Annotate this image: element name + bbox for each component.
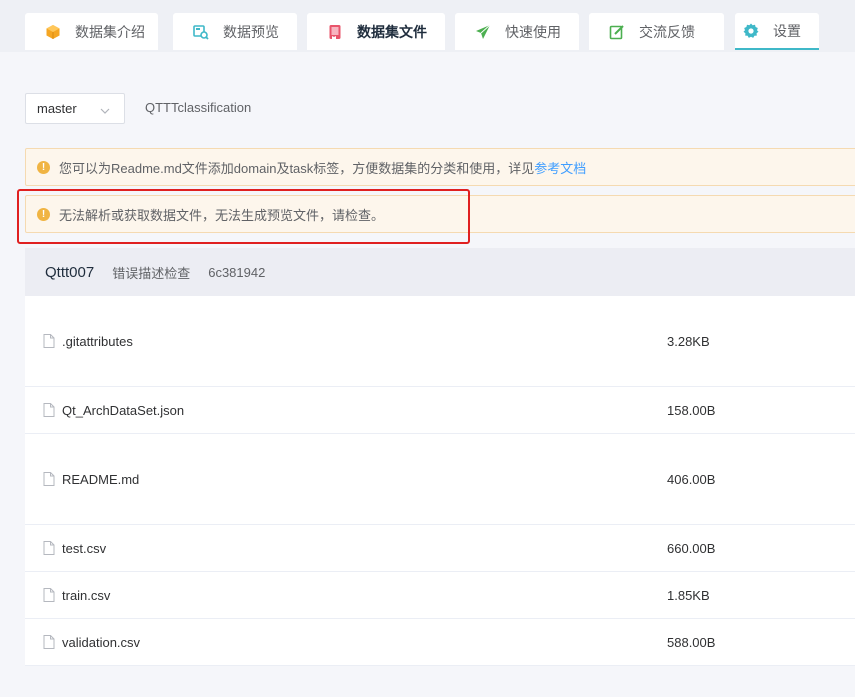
tab-label: 交流反馈 [639, 23, 695, 40]
docs-link[interactable]: 参考文档 [534, 158, 586, 177]
file-row[interactable]: train.csv 1.85KB [25, 572, 855, 619]
tab-dataset-files[interactable]: 数据集文件 [307, 13, 445, 50]
branch-value: master [37, 101, 77, 116]
send-icon [475, 24, 491, 40]
file-name[interactable]: validation.csv [62, 635, 140, 650]
file-size: 588.00B [667, 634, 716, 650]
file-size: 406.00B [667, 471, 716, 487]
file-size: 3.28KB [667, 333, 710, 349]
tab-feedback[interactable]: 交流反馈 [589, 13, 724, 50]
file-icon [43, 541, 55, 555]
commit-message: 错误描述检查 [112, 265, 191, 281]
file-name[interactable]: train.csv [62, 588, 110, 603]
book-icon [327, 24, 343, 40]
file-name[interactable]: README.md [62, 472, 139, 487]
preview-icon [193, 24, 209, 40]
file-row[interactable]: validation.csv 588.00B [25, 619, 855, 666]
file-list: .gitattributes 3.28KB Qt_ArchDataSet.jso… [25, 296, 855, 666]
file-row[interactable]: test.csv 660.00B [25, 525, 855, 572]
file-size: 158.00B [667, 402, 716, 418]
file-icon [43, 403, 55, 417]
file-icon [43, 635, 55, 649]
tab-settings[interactable]: 设置 [735, 13, 819, 50]
chevron-down-icon [100, 104, 110, 119]
commit-bar: Qttt007 错误描述检查 6c381942 [25, 248, 855, 296]
info-alert-text: 您可以为Readme.md文件添加domain及task标签，方便数据集的分类和… [59, 160, 535, 176]
file-size: 1.85KB [667, 587, 710, 603]
tab-label: 数据集文件 [357, 23, 427, 40]
file-icon [43, 472, 55, 486]
info-alert: ! 您可以为Readme.md文件添加domain及task标签，方便数据集的分… [25, 148, 855, 186]
file-row[interactable]: README.md 406.00B [25, 434, 855, 525]
file-name[interactable]: test.csv [62, 541, 106, 556]
branch-select[interactable]: master [25, 93, 125, 124]
file-name[interactable]: Qt_ArchDataSet.json [62, 403, 184, 418]
tab-label: 快速使用 [505, 23, 561, 40]
tab-label: 数据预览 [223, 23, 279, 40]
highlight-box [17, 189, 470, 244]
file-name[interactable]: .gitattributes [62, 334, 133, 349]
tab-label: 数据集介绍 [75, 23, 145, 40]
tab-data-preview[interactable]: 数据预览 [173, 13, 297, 50]
file-icon [43, 588, 55, 602]
file-size: 660.00B [667, 540, 716, 556]
file-row[interactable]: .gitattributes 3.28KB [25, 296, 855, 387]
commit-hash[interactable]: 6c381942 [208, 265, 265, 280]
warning-icon: ! [37, 160, 50, 174]
repo-name: QTTTclassification [145, 100, 252, 115]
tab-dataset-intro[interactable]: 数据集介绍 [25, 13, 158, 50]
cube-icon [45, 24, 61, 40]
tab-quick-use[interactable]: 快速使用 [455, 13, 579, 50]
tab-bar: 数据集介绍 数据预览 数据集文件 快速使用 交流反馈 设置 [0, 0, 855, 52]
file-row[interactable]: Qt_ArchDataSet.json 158.00B [25, 387, 855, 434]
tab-label: 设置 [773, 22, 801, 39]
file-icon [43, 334, 55, 348]
commit-author[interactable]: Qttt007 [45, 264, 94, 281]
gear-icon [743, 23, 759, 39]
edit-icon [609, 24, 625, 40]
